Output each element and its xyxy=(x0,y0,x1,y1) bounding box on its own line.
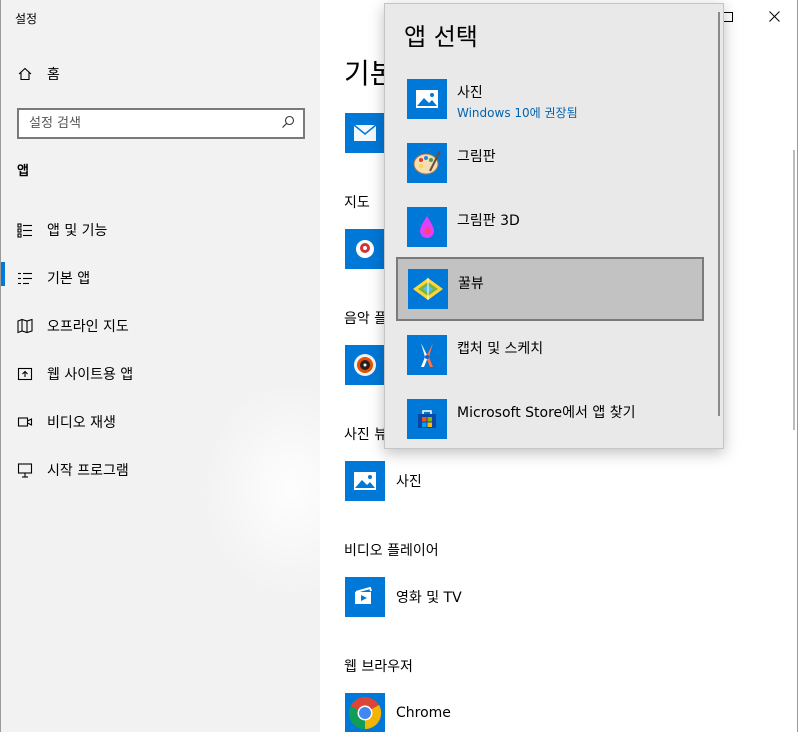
group-label-maps: 지도 xyxy=(344,195,370,211)
maps-app-button[interactable] xyxy=(345,229,385,269)
flyout-item-honeyview[interactable]: 꿀뷰 xyxy=(396,257,704,321)
music-app-icon xyxy=(345,345,385,385)
flyout-item-snip-sketch[interactable]: 캡처 및 스케치 xyxy=(397,324,703,386)
group-label-photo-viewer: 사진 뷰 xyxy=(344,427,388,443)
offline-maps-icon xyxy=(17,318,33,334)
search-icon[interactable] xyxy=(281,114,295,133)
video-player-app-name: 영화 및 TV xyxy=(396,590,462,606)
group-label-web-browser: 웹 브라우저 xyxy=(344,659,413,675)
sidebar-item-default-apps[interactable]: 기본 앱 xyxy=(1,254,321,302)
home-label: 홈 xyxy=(47,67,60,83)
flyout-item-name: 꿀뷰 xyxy=(458,276,484,292)
settings-search-box[interactable] xyxy=(17,108,305,139)
main-scrollbar[interactable] xyxy=(793,150,795,430)
flyout-item-recommended: Windows 10에 권장됨 xyxy=(457,106,578,120)
sidebar-item-label: 기본 앱 xyxy=(47,271,91,287)
home-icon xyxy=(17,66,33,82)
flyout-item-name: 그림판 xyxy=(457,149,496,165)
flyout-item-name: 캡처 및 스케치 xyxy=(457,341,544,357)
flyout-item-photos[interactable]: 사진 Windows 10에 권장됨 xyxy=(397,68,703,130)
photo-viewer-app-button[interactable]: 사진 xyxy=(345,461,422,501)
sidebar-item-video-playback[interactable]: 비디오 재생 xyxy=(1,398,321,446)
flyout-item-name: 그림판 3D xyxy=(457,213,520,229)
store-app-icon xyxy=(407,399,447,439)
close-button[interactable] xyxy=(751,0,797,36)
choose-app-flyout: 앱 선택 사진 Windows 10에 권장됨 그림판 그림판 3D 꿀뷰 캡처… xyxy=(384,3,724,449)
mail-app-button[interactable] xyxy=(345,113,385,153)
photo-viewer-app-name: 사진 xyxy=(396,474,422,490)
sidebar-item-startup[interactable]: 시작 프로그램 xyxy=(1,446,321,494)
sidebar-nav: 앱 및 기능 기본 앱 오프라인 지도 웹 사이트용 앱 비디오 재생 시작 프… xyxy=(1,206,321,494)
sidebar-item-offline-maps[interactable]: 오프라인 지도 xyxy=(1,302,321,350)
sidebar-item-label: 앱 및 기능 xyxy=(47,223,108,239)
flyout-item-paint[interactable]: 그림판 xyxy=(397,132,703,194)
web-browser-app-name: Chrome xyxy=(396,705,451,721)
photos-app-icon xyxy=(345,461,385,501)
apps-features-icon xyxy=(17,222,33,238)
startup-icon xyxy=(17,462,33,478)
flyout-title: 앱 선택 xyxy=(404,23,478,51)
chrome-app-icon xyxy=(345,693,385,732)
flyout-item-store[interactable]: Microsoft Store에서 앱 찾기 xyxy=(397,388,703,450)
apps-for-websites-icon xyxy=(17,366,33,382)
snip-sketch-app-icon xyxy=(407,335,447,375)
flyout-scrollbar[interactable] xyxy=(718,12,720,416)
mail-app-icon xyxy=(345,113,385,153)
maximize-icon xyxy=(723,10,733,26)
group-label-music: 음악 플 xyxy=(344,311,388,327)
paint3d-app-icon xyxy=(407,207,447,247)
default-apps-icon xyxy=(17,270,33,286)
video-player-app-button[interactable]: 영화 및 TV xyxy=(345,577,462,617)
flyout-item-paint3d[interactable]: 그림판 3D xyxy=(397,196,703,258)
sidebar-item-label: 시작 프로그램 xyxy=(47,463,129,479)
photos-app-icon xyxy=(407,79,447,119)
close-icon xyxy=(768,10,780,26)
window-title: 설정 xyxy=(15,12,38,26)
flyout-item-name: 사진 xyxy=(457,85,483,101)
sidebar-item-label: 오프라인 지도 xyxy=(47,319,129,335)
search-input[interactable] xyxy=(29,116,269,131)
sidebar-item-label: 비디오 재생 xyxy=(47,415,116,431)
movies-tv-app-icon xyxy=(345,577,385,617)
sidebar-item-apps-features[interactable]: 앱 및 기능 xyxy=(1,206,321,254)
settings-sidebar: 설정 홈 앱 앱 및 기능 기본 앱 오프라인 xyxy=(0,0,381,732)
flyout-item-name: Microsoft Store에서 앱 찾기 xyxy=(457,405,636,421)
video-playback-icon xyxy=(17,414,33,430)
sidebar-item-apps-websites[interactable]: 웹 사이트용 앱 xyxy=(1,350,321,398)
music-app-button[interactable] xyxy=(345,345,385,385)
maps-app-icon xyxy=(345,229,385,269)
home-link[interactable]: 홈 xyxy=(17,64,60,84)
paint-app-icon xyxy=(407,143,447,183)
group-label-video-player: 비디오 플레이어 xyxy=(344,543,439,559)
web-browser-app-button[interactable]: Chrome xyxy=(345,693,451,732)
active-indicator xyxy=(1,262,5,286)
honeyview-app-icon xyxy=(408,269,448,309)
sidebar-item-label: 웹 사이트용 앱 xyxy=(47,367,134,383)
section-label-apps: 앱 xyxy=(17,164,29,179)
